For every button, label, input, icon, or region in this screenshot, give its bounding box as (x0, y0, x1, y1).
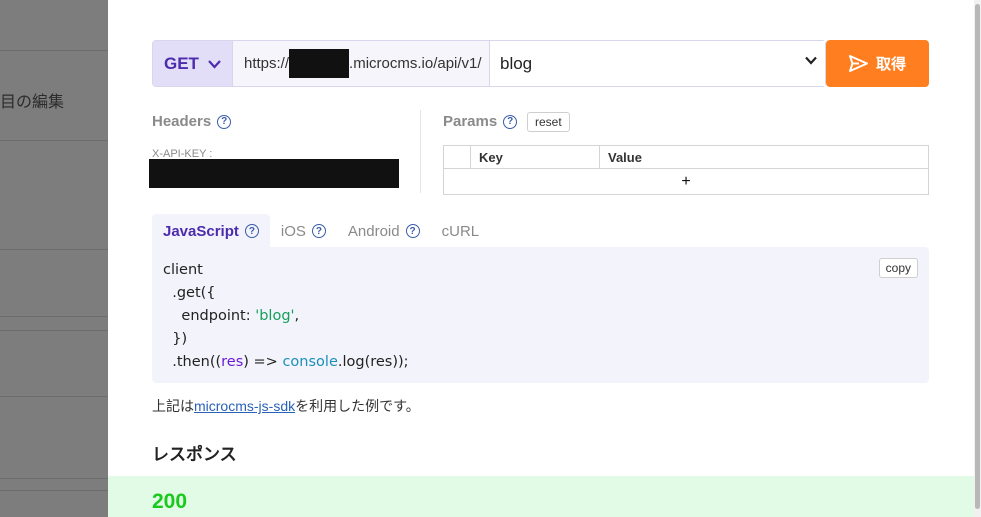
add-param-button[interactable]: + (443, 168, 929, 195)
params-title: Params (443, 113, 498, 130)
request-bar: GET https:// .microcms.io/api/v1/ blog (152, 40, 826, 87)
fetch-button[interactable]: 取得 (826, 40, 929, 87)
api-preview-panel: GET https:// .microcms.io/api/v1/ blog 取得… (108, 0, 974, 517)
tab-label: iOS (280, 222, 306, 240)
help-icon[interactable]: ? (311, 224, 326, 238)
code-string: 'blog' (255, 308, 295, 324)
code-block: client .get({ endpoint: 'blog', }) .then… (163, 259, 409, 374)
section-divider (420, 110, 421, 193)
help-icon[interactable]: ? (405, 224, 420, 238)
headers-heading: Headers ? (152, 113, 232, 130)
params-index-header (443, 145, 471, 169)
background-menu-text: 目の編集 (0, 94, 65, 111)
endpoint-value: blog (500, 53, 533, 73)
tab-android[interactable]: Android ? (337, 214, 431, 248)
response-heading: レスポンス (152, 445, 237, 464)
code-token: ) => (243, 354, 283, 370)
background-overlay[interactable]: 目の編集 (0, 0, 108, 517)
tab-label: Android (347, 222, 400, 240)
reset-button[interactable]: reset (527, 112, 570, 132)
code-token: , (294, 308, 300, 324)
copy-button[interactable]: copy (878, 258, 918, 278)
tab-curl[interactable]: cURL (431, 214, 491, 248)
method-select[interactable]: GET (153, 41, 233, 86)
tab-javascript[interactable]: JavaScript ? (152, 214, 270, 248)
code-line: client (163, 262, 203, 278)
scrollbar-thumb[interactable] (975, 4, 980, 509)
redacted-service-id (289, 49, 350, 78)
code-identifier: console (282, 354, 338, 370)
sdk-tabs: JavaScript ? iOS ? Android ? cURL (152, 214, 490, 248)
fetch-label: 取得 (875, 56, 906, 73)
background-divider (0, 330, 108, 331)
params-header-row: Key Value (443, 145, 929, 169)
background-divider (0, 316, 108, 317)
tab-ios[interactable]: iOS ? (270, 214, 337, 248)
api-key-value-redacted (149, 159, 399, 188)
sdk-link[interactable]: microcms-js-sdk (194, 398, 295, 414)
chevron-down-icon (208, 60, 221, 69)
status-code: 200 (152, 490, 188, 513)
params-heading: Params ? (443, 113, 518, 130)
code-line: }) (163, 331, 188, 347)
help-icon[interactable]: ? (503, 114, 518, 129)
background-divider (0, 490, 108, 491)
note-text: を利用した例です。 (295, 398, 420, 414)
background-divider (0, 249, 108, 250)
send-icon (848, 55, 868, 72)
response-status-bar (108, 476, 974, 517)
headers-title: Headers (152, 113, 212, 130)
method-label: GET (164, 53, 199, 73)
help-icon[interactable]: ? (217, 114, 232, 129)
background-divider (0, 50, 108, 51)
request-url: https:// .microcms.io/api/v1/ (244, 41, 482, 86)
background-divider (0, 396, 108, 397)
code-line: .get({ (163, 285, 216, 301)
code-token: .log(res)); (337, 354, 409, 370)
endpoint-select[interactable]: blog (489, 41, 825, 86)
tab-label: cURL (441, 222, 480, 240)
background-divider (0, 478, 108, 479)
note-text: 上記は (152, 398, 194, 414)
code-sample: client .get({ endpoint: 'blog', }) .then… (152, 247, 929, 383)
url-prefix: https:// (244, 55, 290, 72)
background-divider (0, 140, 108, 141)
code-token: endpoint: (163, 308, 256, 324)
params-value-header: Value (599, 145, 929, 169)
code-variable: res (221, 354, 244, 370)
params-table: Key Value + (443, 145, 929, 195)
url-suffix: .microcms.io/api/v1/ (349, 55, 482, 72)
sdk-note: 上記はmicrocms-js-sdkを利用した例です。 (152, 396, 420, 416)
help-icon[interactable]: ? (244, 224, 259, 238)
chevron-down-icon (805, 56, 817, 65)
code-token: .then(( (163, 354, 222, 370)
tab-label: JavaScript (163, 222, 239, 240)
params-key-header: Key (470, 145, 600, 169)
